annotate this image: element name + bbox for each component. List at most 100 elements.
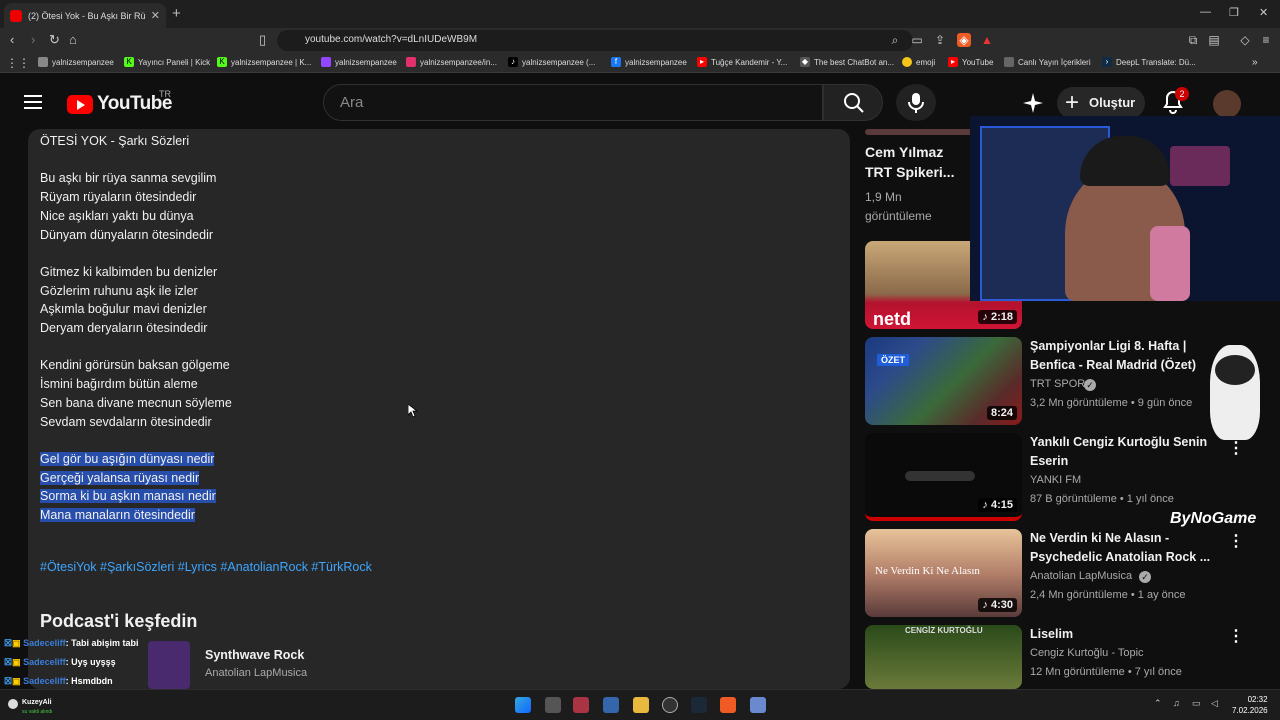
gemini-spark-icon[interactable] bbox=[1022, 92, 1044, 114]
app-icon[interactable] bbox=[750, 697, 766, 713]
maximize-button[interactable]: ❐ bbox=[1229, 6, 1239, 19]
hashtags[interactable]: #ÖtesiYok #ŞarkıSözleri #Lyrics #Anatoli… bbox=[40, 560, 372, 574]
url-field[interactable]: youtube.com/watch?v=dLnIUDeWB9M bbox=[277, 30, 913, 51]
browser-tab[interactable]: (2) Ötesi Yok - Bu Aşkı Bir Rüya Sa ✕ bbox=[4, 3, 166, 28]
video-title[interactable]: Liselim bbox=[1030, 625, 1230, 644]
lyrics-spacer bbox=[40, 151, 440, 170]
video-thumbnail[interactable]: ÖZET 8:24 bbox=[865, 337, 1022, 425]
bookmark-item[interactable]: › DeepL Translate: Dü... bbox=[1102, 57, 1196, 67]
lyrics-line: ÖTESİ YOK - Şarkı Sözleri bbox=[40, 134, 190, 148]
zoom-icon[interactable]: ⌕ bbox=[888, 33, 902, 47]
channel-name[interactable]: Cengiz Kurtoğlu - Topic bbox=[1030, 647, 1144, 659]
brave-rewards-icon[interactable]: ▲ bbox=[980, 33, 994, 47]
lyrics-line-selected: Gel gör bu aşığın dünyası nedir bbox=[40, 450, 440, 469]
lyrics-line: Gözlerim ruhunu aşk ile izler bbox=[40, 283, 198, 298]
video-title[interactable]: Cem Yılmaz TRT Spikeri... bbox=[865, 142, 965, 182]
minimize-button[interactable]: — bbox=[1200, 6, 1211, 18]
reload-icon[interactable]: ↻ bbox=[49, 32, 60, 48]
more-options-icon[interactable]: ⋮ bbox=[1228, 626, 1244, 646]
lyrics-line-selected: Gerçeği yalansa rüyası nedir bbox=[40, 469, 440, 488]
podcast-title[interactable]: Synthwave Rock bbox=[205, 648, 304, 662]
more-options-icon[interactable]: ⋮ bbox=[1228, 531, 1244, 551]
video-title[interactable]: Ne Verdin ki Ne Alasın - Psychedelic Ana… bbox=[1030, 529, 1230, 566]
home-icon[interactable]: ⌂ bbox=[69, 32, 77, 47]
forward-icon[interactable]: › bbox=[31, 32, 35, 47]
sidebar-icon[interactable]: ▤ bbox=[1207, 33, 1221, 47]
search-button[interactable] bbox=[823, 84, 883, 121]
verified-badge-icon: ✓ bbox=[1139, 571, 1151, 583]
lyrics-line: Sen bana divane mecnun söyleme bbox=[40, 395, 232, 410]
photos-icon[interactable] bbox=[603, 697, 619, 713]
video-thumbnail[interactable]: ♪ 4:15 bbox=[865, 433, 1022, 521]
task-view-icon[interactable] bbox=[545, 697, 561, 713]
thumbnail-text: CENGİZ KURTOĞLU bbox=[905, 626, 983, 635]
bookmark-icon[interactable]: ▯ bbox=[259, 32, 266, 48]
bookmark-item[interactable]: f yalnizsempanzee bbox=[611, 57, 687, 67]
poster-graphic bbox=[1170, 146, 1230, 186]
lyrics-line: Sevdam sevdaların ötesindedir bbox=[40, 414, 212, 429]
youtube-logo[interactable]: YouTube TR bbox=[67, 89, 172, 115]
facebook-icon: f bbox=[611, 57, 621, 67]
bookmark-item[interactable]: K Yayıncı Paneli | Kick bbox=[124, 57, 210, 67]
video-thumbnail[interactable]: CENGİZ KURTOĞLU bbox=[865, 625, 1022, 689]
brave-shield-icon[interactable]: ◈ bbox=[957, 33, 971, 47]
menu-hamburger-icon[interactable] bbox=[24, 95, 42, 109]
bookmark-item[interactable]: Kyalnizsempanzee | K... bbox=[217, 57, 311, 67]
steam-icon[interactable] bbox=[691, 697, 707, 713]
system-clock[interactable]: 02:32 7.02.2026 bbox=[1232, 694, 1268, 716]
bookmark-item[interactable]: ▸ Tuğçe Kandemir - Y... bbox=[697, 57, 787, 67]
back-icon[interactable]: ‹ bbox=[10, 32, 14, 47]
bookmark-item[interactable]: ▸ YouTube bbox=[948, 57, 993, 67]
network-icon[interactable]: ▭ bbox=[1192, 698, 1201, 709]
taskbar-app-name[interactable]: KuzeyAli bbox=[22, 699, 52, 706]
close-window-button[interactable]: ✕ bbox=[1259, 6, 1268, 19]
create-button[interactable]: Oluştur bbox=[1057, 87, 1145, 119]
chat-badge-icon: ☒ bbox=[4, 676, 13, 686]
weather-icon[interactable] bbox=[8, 699, 18, 709]
search-input[interactable]: Ara bbox=[323, 84, 823, 121]
video-thumbnail[interactable]: Ne Verdin Ki Ne Alasın ♪ 4:30 bbox=[865, 529, 1022, 617]
bookmark-item[interactable]: Canlı Yayın İçerikleri bbox=[1004, 57, 1091, 67]
apps-grid-icon[interactable]: ⋮⋮ bbox=[6, 56, 30, 70]
app-icon[interactable] bbox=[573, 697, 589, 713]
twitch-icon bbox=[321, 57, 331, 67]
podcast-channel[interactable]: Anatolian LapMusica bbox=[205, 667, 307, 679]
brave-browser-icon[interactable] bbox=[720, 697, 736, 713]
thumbnail-text: Ne Verdin Ki Ne Alasın bbox=[875, 565, 980, 577]
bookmark-item[interactable]: yalnizsempanzee bbox=[321, 57, 397, 67]
video-meta: 87 B görüntüleme • 1 yıl önce bbox=[1030, 493, 1174, 505]
file-explorer-icon[interactable] bbox=[633, 697, 649, 713]
share-icon[interactable]: ⇪ bbox=[933, 33, 947, 47]
bookmark-item[interactable]: emoji bbox=[902, 57, 935, 67]
tray-icon[interactable]: ♫ bbox=[1173, 698, 1180, 708]
cast-icon[interactable]: ▭ bbox=[910, 33, 924, 47]
windows-start-icon[interactable] bbox=[515, 697, 531, 713]
lyrics-line: Rüyam rüyaların ötesindedir bbox=[40, 190, 197, 205]
bookmark-item[interactable]: ♪ yalnizsempanzee (... bbox=[508, 57, 595, 67]
tray-expand-icon[interactable]: ⌃ bbox=[1154, 698, 1162, 709]
extensions-icon[interactable]: ⧉ bbox=[1186, 33, 1200, 47]
menu-icon[interactable]: ≡ bbox=[1259, 33, 1273, 47]
lyrics-spacer bbox=[40, 244, 440, 263]
new-tab-button[interactable]: + bbox=[172, 5, 181, 22]
bookmark-item[interactable]: yalnizsempanzee bbox=[38, 57, 114, 67]
voice-search-button[interactable] bbox=[896, 84, 936, 121]
volume-icon[interactable]: ◁ bbox=[1211, 698, 1218, 709]
channel-name[interactable]: Anatolian LapMusica bbox=[1030, 570, 1132, 582]
channel-name[interactable]: TRT SPOR bbox=[1030, 378, 1085, 390]
vpn-icon[interactable]: ◇ bbox=[1238, 33, 1252, 47]
channel-name[interactable]: YANKI FM bbox=[1030, 474, 1081, 486]
chatgpt-app-icon[interactable] bbox=[662, 697, 678, 713]
lyrics-line: Deryam deryaların ötesindedir bbox=[40, 321, 208, 335]
more-bookmarks-icon[interactable]: » bbox=[1252, 57, 1258, 68]
lyrics-line-selected: Sorma ki bu aşkın manası nedir bbox=[40, 487, 440, 506]
thumbnail-text: netd bbox=[873, 309, 911, 329]
bookmark-item[interactable]: ◆ The best ChatBot an... bbox=[800, 57, 894, 67]
avatar[interactable] bbox=[1213, 90, 1241, 118]
podcast-thumbnail[interactable] bbox=[148, 641, 190, 689]
podcast-heading: Podcast'i keşfedin bbox=[40, 611, 198, 631]
close-tab-icon[interactable]: ✕ bbox=[151, 9, 160, 22]
bookmarks-bar: ⋮⋮ yalnizsempanzee K Yayıncı Paneli | Kic… bbox=[0, 53, 1280, 73]
url-text: youtube.com/watch?v=dLnIUDeWB9M bbox=[305, 34, 478, 45]
bookmark-item[interactable]: yalnizsempanzee/in... bbox=[406, 57, 497, 67]
